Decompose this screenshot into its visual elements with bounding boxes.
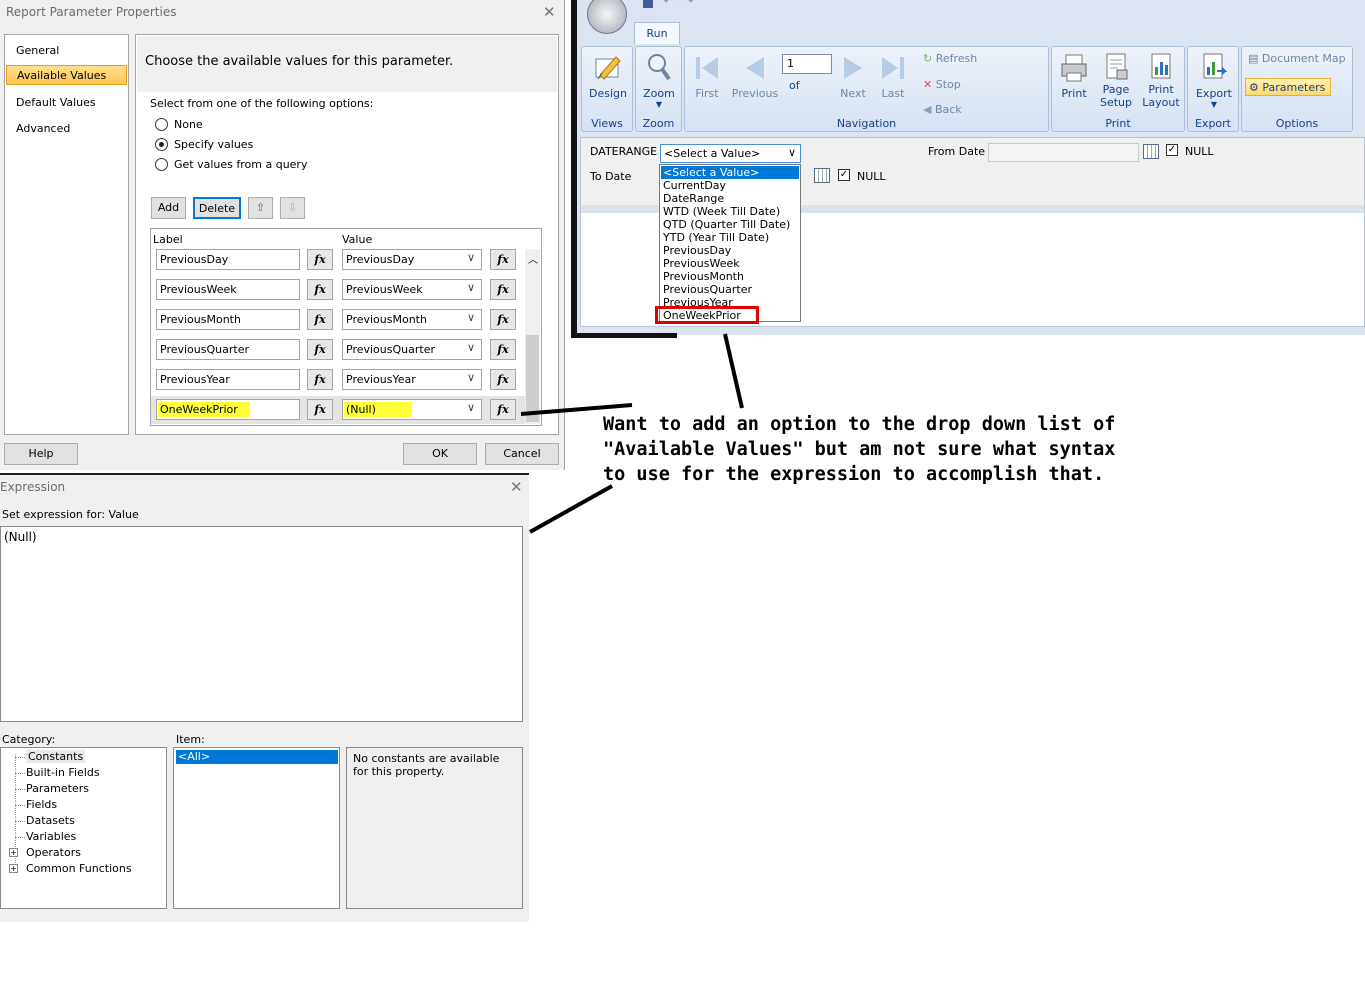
arrow-line-to-expression — [529, 484, 613, 534]
annotation-note: Want to add an option to the drop down l… — [603, 412, 1123, 487]
annotation-line-1: Want to add an option to the drop down l… — [603, 414, 1116, 435]
annotation-line-2: "Available Values" but am not sure what … — [603, 439, 1116, 460]
annotation-line-3: to use for the expression to accomplish … — [603, 464, 1105, 485]
arrow-line-to-dropdown — [723, 333, 744, 409]
annotation-lines — [520, 333, 744, 534]
